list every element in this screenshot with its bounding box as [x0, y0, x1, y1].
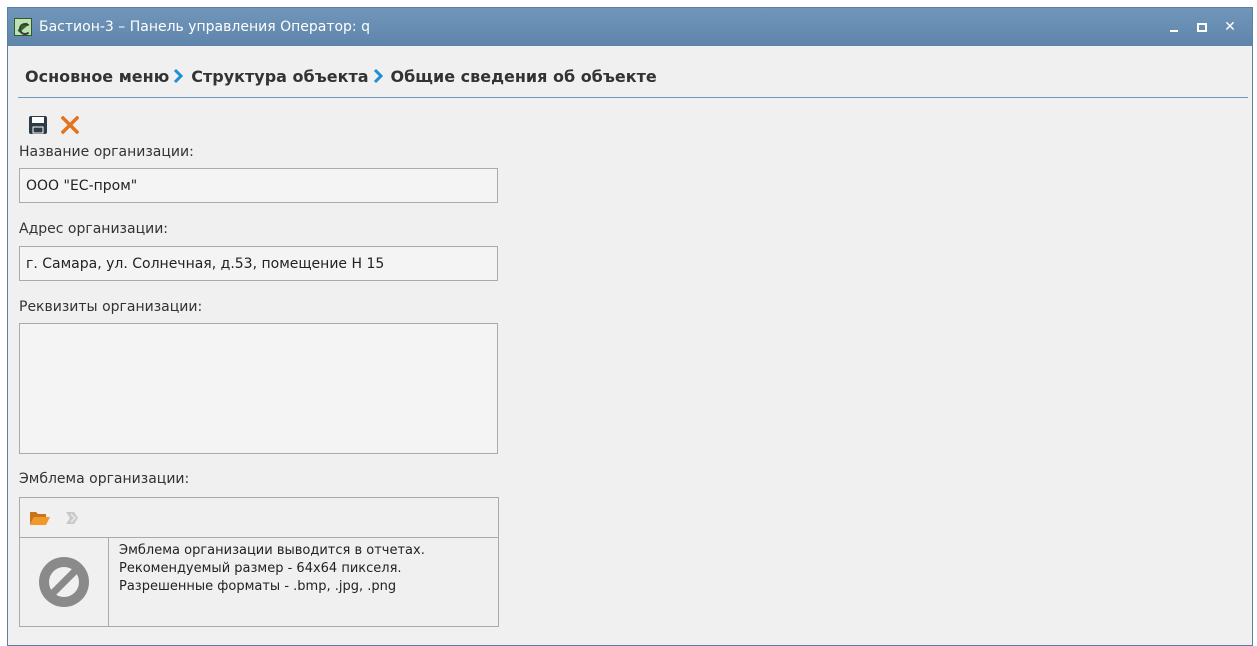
breadcrumb-object-structure[interactable]: Структура объекта [191, 67, 368, 86]
org-name-field[interactable]: ООО "ЕС-пром" [19, 168, 498, 203]
clear-icon [66, 511, 78, 524]
clear-image-button[interactable] [60, 507, 84, 529]
emblem-toolbar [20, 498, 498, 538]
org-address-field[interactable]: г. Самара, ул. Солнечная, д.53, помещени… [19, 246, 498, 281]
window-controls: ✕ [1160, 16, 1244, 38]
open-folder-icon [30, 511, 50, 525]
emblem-info-text: Эмблема организации выводится в отчетах.… [119, 542, 497, 596]
save-button[interactable] [26, 114, 50, 136]
save-icon [29, 116, 47, 134]
chevron-right-icon [373, 68, 387, 84]
window-title: Бастион-3 – Панель управления Оператор: … [39, 19, 370, 35]
cancel-button[interactable] [58, 114, 82, 136]
emblem-info-line: Разрешенные форматы - .bmp, .jpg, .png [119, 579, 397, 594]
maximize-icon [1197, 22, 1207, 32]
app-icon [14, 18, 32, 36]
minimize-icon [1170, 30, 1178, 32]
emblem-label: Эмблема организации: [19, 471, 190, 487]
breadcrumb: Основное меню Структура объекта Общие св… [25, 64, 657, 88]
cancel-icon [61, 116, 79, 134]
close-button[interactable]: ✕ [1216, 16, 1244, 38]
app-window: Бастион-3 – Панель управления Оператор: … [7, 7, 1253, 646]
no-image-icon [39, 557, 89, 607]
org-address-label: Адрес организации: [19, 221, 169, 237]
form-toolbar [26, 114, 82, 136]
header-divider [18, 97, 1248, 98]
chevron-right-icon [173, 68, 187, 84]
org-name-label: Название организации: [19, 144, 194, 160]
emblem-info-line: Рекомендуемый размер - 64x64 пикселя. [119, 561, 402, 576]
title-bar[interactable]: Бастион-3 – Панель управления Оператор: … [8, 8, 1252, 46]
emblem-panel: Эмблема организации выводится в отчетах.… [19, 497, 499, 627]
open-image-button[interactable] [28, 507, 52, 529]
emblem-preview [20, 538, 109, 626]
breadcrumb-main-menu[interactable]: Основное меню [25, 67, 169, 86]
org-details-textarea[interactable] [19, 323, 498, 454]
minimize-button[interactable] [1160, 16, 1188, 38]
maximize-button[interactable] [1188, 16, 1216, 38]
emblem-info-line: Эмблема организации выводится в отчетах. [119, 543, 425, 558]
breadcrumb-general-info: Общие сведения об объекте [390, 66, 657, 86]
org-details-label: Реквизиты организации: [19, 299, 203, 315]
